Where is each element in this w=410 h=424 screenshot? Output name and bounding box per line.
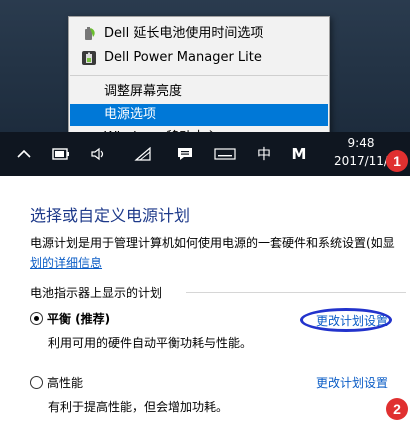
power-manager-icon [82,51,96,65]
step-badge-1: 1 [386,150,408,172]
power-options-panel: 选择或自定义电源计划 电源计划是用于管理计算机如何使用电源的一套硬件和系统设置(… [0,182,410,424]
page-description: 电源计划是用于管理计算机如何使用电源的一套硬件和系统设置(如显 [30,236,395,250]
plan-name: 高性能 [47,376,84,390]
ime-icon[interactable]: 中 [254,132,274,176]
battery-leaf-icon [85,27,95,40]
menu-item-power-options[interactable]: 电源选项 [70,104,328,126]
more-info-link[interactable]: 划的详细信息 [30,254,102,271]
step-badge-2: 2 [386,398,408,420]
menu-separator [70,75,328,76]
menu-item-adjust-brightness[interactable]: 调整屏幕亮度 [70,81,328,103]
keyboard-icon[interactable] [212,132,238,176]
change-plan-settings-link[interactable]: 更改计划设置 [316,374,388,391]
radio-selected-dot [34,316,39,321]
ime-mode-icon[interactable]: M [288,132,310,176]
plan-name: 平衡 (推荐) [47,312,111,326]
clock-time: 9:48 [347,136,375,150]
volume-icon[interactable] [88,132,110,176]
menu-item-label: 电源选项 [104,107,157,122]
battery-icon[interactable] [50,132,72,176]
plan-description: 利用可用的硬件自动平衡功耗与性能。 [48,336,253,350]
menu-item-dell-power-manager[interactable]: Dell Power Manager Lite [70,47,328,69]
chevron-up-icon[interactable] [14,132,34,176]
menu-item-dell-battery-options[interactable]: Dell 延长电池使用时间选项 [70,23,328,45]
action-center-icon[interactable] [174,132,196,176]
menu-item-label: Dell Power Manager Lite [104,50,262,65]
menu-item-label: Dell 延长电池使用时间选项 [104,26,264,41]
plan-radio-high-performance[interactable] [30,376,43,389]
section-heading: 电池指示器上显示的计划 [30,286,163,300]
network-icon[interactable] [132,132,154,176]
menu-item-label: 调整屏幕亮度 [104,84,183,99]
annotation-circle [300,308,392,332]
section-divider [186,292,406,293]
taskbar-screenshot-panel: Dell 延长电池使用时间选项 Dell Power Manager Lite … [0,0,410,176]
plan-radio-balanced[interactable] [30,312,43,325]
page-title: 选择或自定义电源计划 [30,206,191,225]
plan-description: 有利于提高性能，但会增加功耗。 [48,400,229,414]
